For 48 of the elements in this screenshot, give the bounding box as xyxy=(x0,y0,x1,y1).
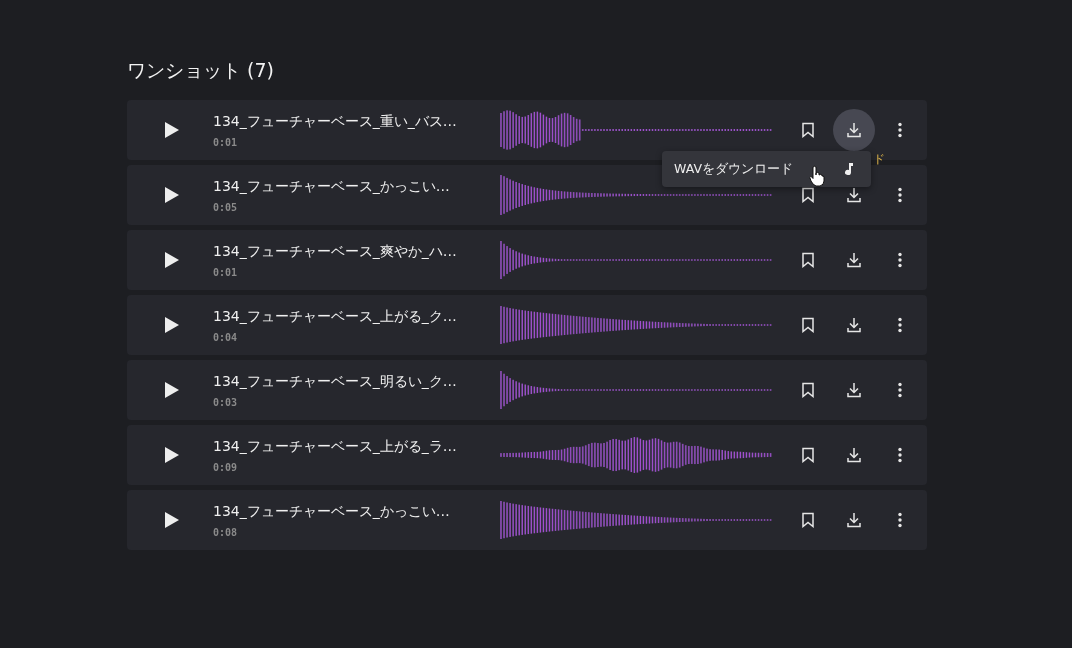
sample-duration: 0:03 xyxy=(213,396,239,408)
sample-duration: 0:01 xyxy=(213,266,239,278)
music-note-icon xyxy=(844,162,854,176)
play-icon xyxy=(164,511,180,529)
play-icon xyxy=(164,186,180,204)
download-icon xyxy=(846,187,862,203)
sample-duration: 0:04 xyxy=(213,331,239,343)
tooltip-text: ド xyxy=(873,152,885,166)
sample-title: 134_フューチャーベース_爽やか_ハ… xyxy=(213,242,458,261)
sample-duration: 0:09 xyxy=(213,461,239,473)
download-icon xyxy=(846,122,862,138)
sample-duration: 0:08 xyxy=(213,526,239,538)
sample-duration: 0:01 xyxy=(213,136,239,148)
download-icon xyxy=(846,252,862,268)
bookmark-icon xyxy=(801,447,815,463)
more-icon xyxy=(898,512,902,528)
sample-duration: 0:05 xyxy=(213,201,239,213)
bookmark-icon xyxy=(801,187,815,203)
download-icon xyxy=(846,447,862,463)
more-icon xyxy=(898,382,902,398)
sample-title: 134_フューチャーベース_明るい_ク… xyxy=(213,372,458,391)
sample-title: 134_フューチャーベース_重い_バス… xyxy=(213,112,458,131)
play-icon xyxy=(164,446,180,464)
more-icon xyxy=(898,317,902,333)
bookmark-icon xyxy=(801,122,815,138)
download-icon xyxy=(846,317,862,333)
download-button[interactable] xyxy=(833,109,875,151)
bookmark-icon xyxy=(801,317,815,333)
sample-title: 134_フューチャーベース_かっこい… xyxy=(213,177,451,196)
hand-cursor-icon xyxy=(809,165,825,187)
play-icon xyxy=(164,316,180,334)
menu-item[interactable]: WAVをダウンロード xyxy=(668,157,799,181)
sample-title: 134_フューチャーベース_上がる_ラ… xyxy=(213,437,458,456)
sample-title: 134_フューチャーベース_かっこい… xyxy=(213,502,451,521)
more-icon xyxy=(898,187,902,203)
more-icon xyxy=(898,447,902,463)
bookmark-icon xyxy=(801,512,815,528)
play-icon xyxy=(164,381,180,399)
bookmark-icon xyxy=(801,252,815,268)
play-icon xyxy=(164,251,180,269)
more-icon xyxy=(898,252,902,268)
download-icon xyxy=(846,382,862,398)
section-heading: ワンショット (7) xyxy=(127,58,275,83)
bookmark-icon xyxy=(801,382,815,398)
more-icon xyxy=(898,122,902,138)
download-icon xyxy=(846,512,862,528)
sample-title: 134_フューチャーベース_上がる_ク… xyxy=(213,307,458,326)
play-icon xyxy=(164,121,180,139)
